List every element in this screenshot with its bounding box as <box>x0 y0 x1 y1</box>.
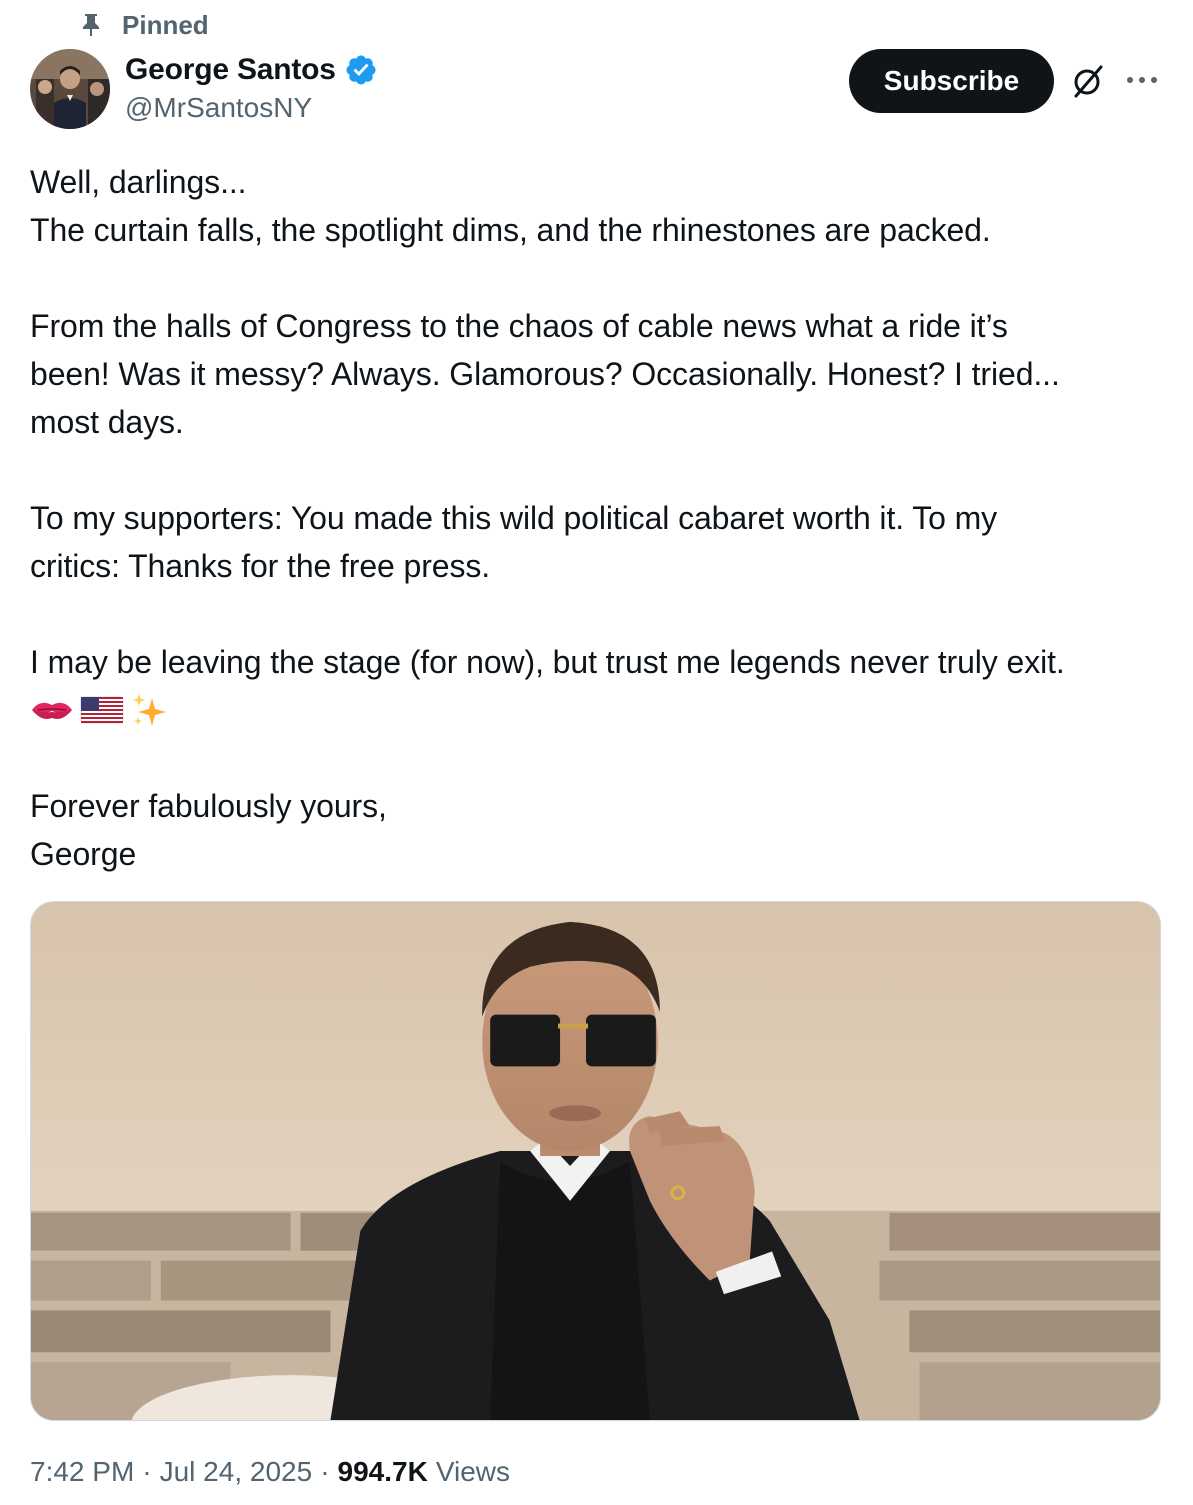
tweet-line: The curtain falls, the spotlight dims, a… <box>30 212 991 248</box>
tweet-text: Well, darlings... The curtain falls, the… <box>30 158 1170 878</box>
tweet-media-photo[interactable] <box>30 901 1161 1421</box>
subscribe-button[interactable]: Subscribe <box>849 49 1054 113</box>
views-count[interactable]: 994.7K <box>338 1456 428 1488</box>
pinned-indicator: Pinned <box>80 8 209 42</box>
sparkles-emoji <box>130 690 170 730</box>
separator: · <box>142 1456 152 1487</box>
avatar[interactable] <box>30 49 110 129</box>
pinned-label: Pinned <box>122 9 209 40</box>
tweet-line: Well, darlings... <box>30 164 247 200</box>
display-name[interactable]: George Santos <box>125 53 336 87</box>
us-flag-emoji <box>80 695 124 725</box>
emoji-row <box>30 686 1170 734</box>
tweet-line: critics: Thanks for the free press. <box>30 548 491 584</box>
kiss-mark-emoji <box>30 695 74 725</box>
pin-icon <box>80 13 102 37</box>
verified-badge-icon[interactable] <box>344 53 378 87</box>
separator: · <box>320 1456 330 1487</box>
tweet-line: I may be leaving the stage (for now), bu… <box>30 644 1065 680</box>
tweet-line: From the halls of Congress to the chaos … <box>30 308 1008 344</box>
views-label: Views <box>435 1456 510 1487</box>
tweet-line: Forever fabulously yours, <box>30 788 387 824</box>
tweet-line: George <box>30 836 137 872</box>
tweet-line: been! Was it messy? Always. Glamorous? O… <box>30 356 1060 392</box>
tweet-card: Pinned George Santos @MrSantosNY Subscri… <box>0 0 1193 1505</box>
tweet-meta: 7:42 PM · Jul 24, 2025 · 994.7K Views <box>30 1456 510 1488</box>
tweet-line: most days. <box>30 404 184 440</box>
more-dots-icon[interactable] <box>1124 68 1160 92</box>
author-block: George Santos @MrSantosNY <box>125 50 378 124</box>
timestamp-time[interactable]: 7:42 PM <box>30 1456 134 1488</box>
handle[interactable]: @MrSantosNY <box>125 92 378 124</box>
timestamp-date[interactable]: Jul 24, 2025 <box>160 1456 313 1488</box>
grok-slash-circle-icon[interactable] <box>1070 63 1106 99</box>
tweet-line: To my supporters: You made this wild pol… <box>30 500 998 536</box>
